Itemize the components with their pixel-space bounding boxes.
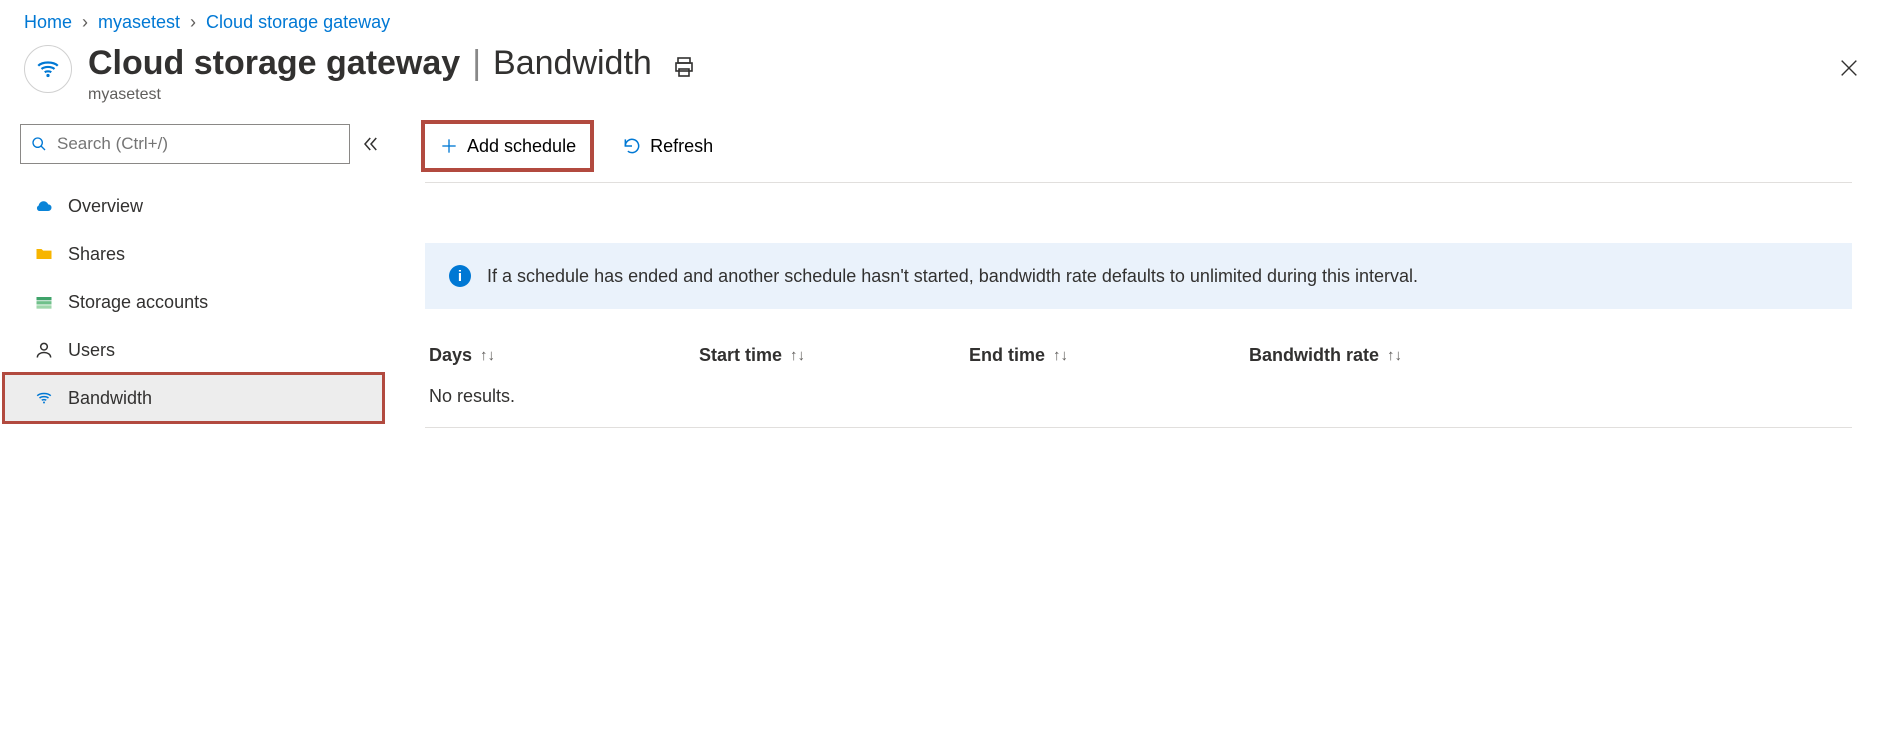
chevron-right-icon: ›: [82, 12, 88, 33]
cloud-icon: [34, 196, 54, 216]
sidebar-item-label: Storage accounts: [68, 292, 208, 313]
add-schedule-label: Add schedule: [467, 136, 576, 157]
resource-wifi-icon: [24, 45, 72, 93]
chevron-right-icon: ›: [190, 12, 196, 33]
search-input[interactable]: [55, 133, 339, 155]
wifi-icon: [34, 389, 54, 407]
title-section: Bandwidth: [493, 45, 652, 82]
sort-icon: ↑↓: [1053, 347, 1068, 364]
sidebar-item-bandwidth[interactable]: Bandwidth: [4, 374, 383, 422]
column-start-time[interactable]: Start time ↑↓: [699, 345, 959, 366]
column-end-time[interactable]: End time ↑↓: [969, 345, 1239, 366]
sidebar-nav: Overview Shares Storage accounts Users: [20, 182, 395, 422]
sidebar-item-label: Users: [68, 340, 115, 361]
toolbar: Add schedule Refresh: [425, 124, 1852, 183]
info-banner: i If a schedule has ended and another sc…: [425, 243, 1852, 309]
storage-icon: [34, 292, 54, 312]
sidebar-search[interactable]: [20, 124, 350, 164]
search-icon: [31, 136, 47, 152]
user-icon: [34, 340, 54, 360]
sidebar-item-label: Shares: [68, 244, 125, 265]
column-label: Days: [429, 345, 472, 366]
breadcrumb-section[interactable]: Cloud storage gateway: [206, 12, 390, 33]
table-empty-text: No results.: [429, 386, 515, 406]
title-main: Cloud storage gateway: [88, 45, 460, 82]
info-text: If a schedule has ended and another sche…: [487, 266, 1418, 287]
sort-icon: ↑↓: [480, 347, 495, 364]
main-content: Add schedule Refresh i If a schedule has…: [395, 124, 1892, 726]
column-days[interactable]: Days ↑↓: [429, 345, 689, 366]
column-label: Start time: [699, 345, 782, 366]
sidebar-item-shares[interactable]: Shares: [20, 230, 395, 278]
sidebar-item-users[interactable]: Users: [20, 326, 395, 374]
column-label: End time: [969, 345, 1045, 366]
info-icon: i: [449, 265, 471, 287]
close-button[interactable]: [1830, 49, 1868, 87]
breadcrumb-resource[interactable]: myasetest: [98, 12, 180, 33]
resource-subtitle: myasetest: [88, 86, 652, 104]
table-body: No results.: [425, 386, 1852, 428]
column-label: Bandwidth rate: [1249, 345, 1379, 366]
sort-icon: ↑↓: [790, 347, 805, 364]
page-header: Cloud storage gateway | Bandwidth myaset…: [0, 41, 1892, 104]
refresh-icon: [622, 136, 642, 156]
breadcrumb-home[interactable]: Home: [24, 12, 72, 33]
sort-icon: ↑↓: [1387, 347, 1402, 364]
print-button[interactable]: [672, 55, 696, 79]
sidebar: Overview Shares Storage accounts Users: [0, 124, 395, 726]
column-bandwidth-rate[interactable]: Bandwidth rate ↑↓: [1249, 345, 1848, 366]
add-schedule-button[interactable]: Add schedule: [425, 124, 590, 168]
sidebar-item-label: Overview: [68, 196, 143, 217]
plus-icon: [439, 136, 459, 156]
sidebar-item-label: Bandwidth: [68, 388, 152, 409]
page-title: Cloud storage gateway | Bandwidth: [88, 45, 652, 82]
refresh-label: Refresh: [650, 136, 713, 157]
collapse-sidebar-button[interactable]: [362, 135, 380, 153]
title-separator: |: [472, 45, 481, 82]
breadcrumb: Home › myasetest › Cloud storage gateway: [0, 0, 1892, 41]
sidebar-item-overview[interactable]: Overview: [20, 182, 395, 230]
folder-icon: [34, 244, 54, 264]
table-header: Days ↑↓ Start time ↑↓ End time ↑↓ Bandwi…: [425, 345, 1852, 366]
sidebar-item-storage-accounts[interactable]: Storage accounts: [20, 278, 395, 326]
refresh-button[interactable]: Refresh: [608, 124, 727, 168]
